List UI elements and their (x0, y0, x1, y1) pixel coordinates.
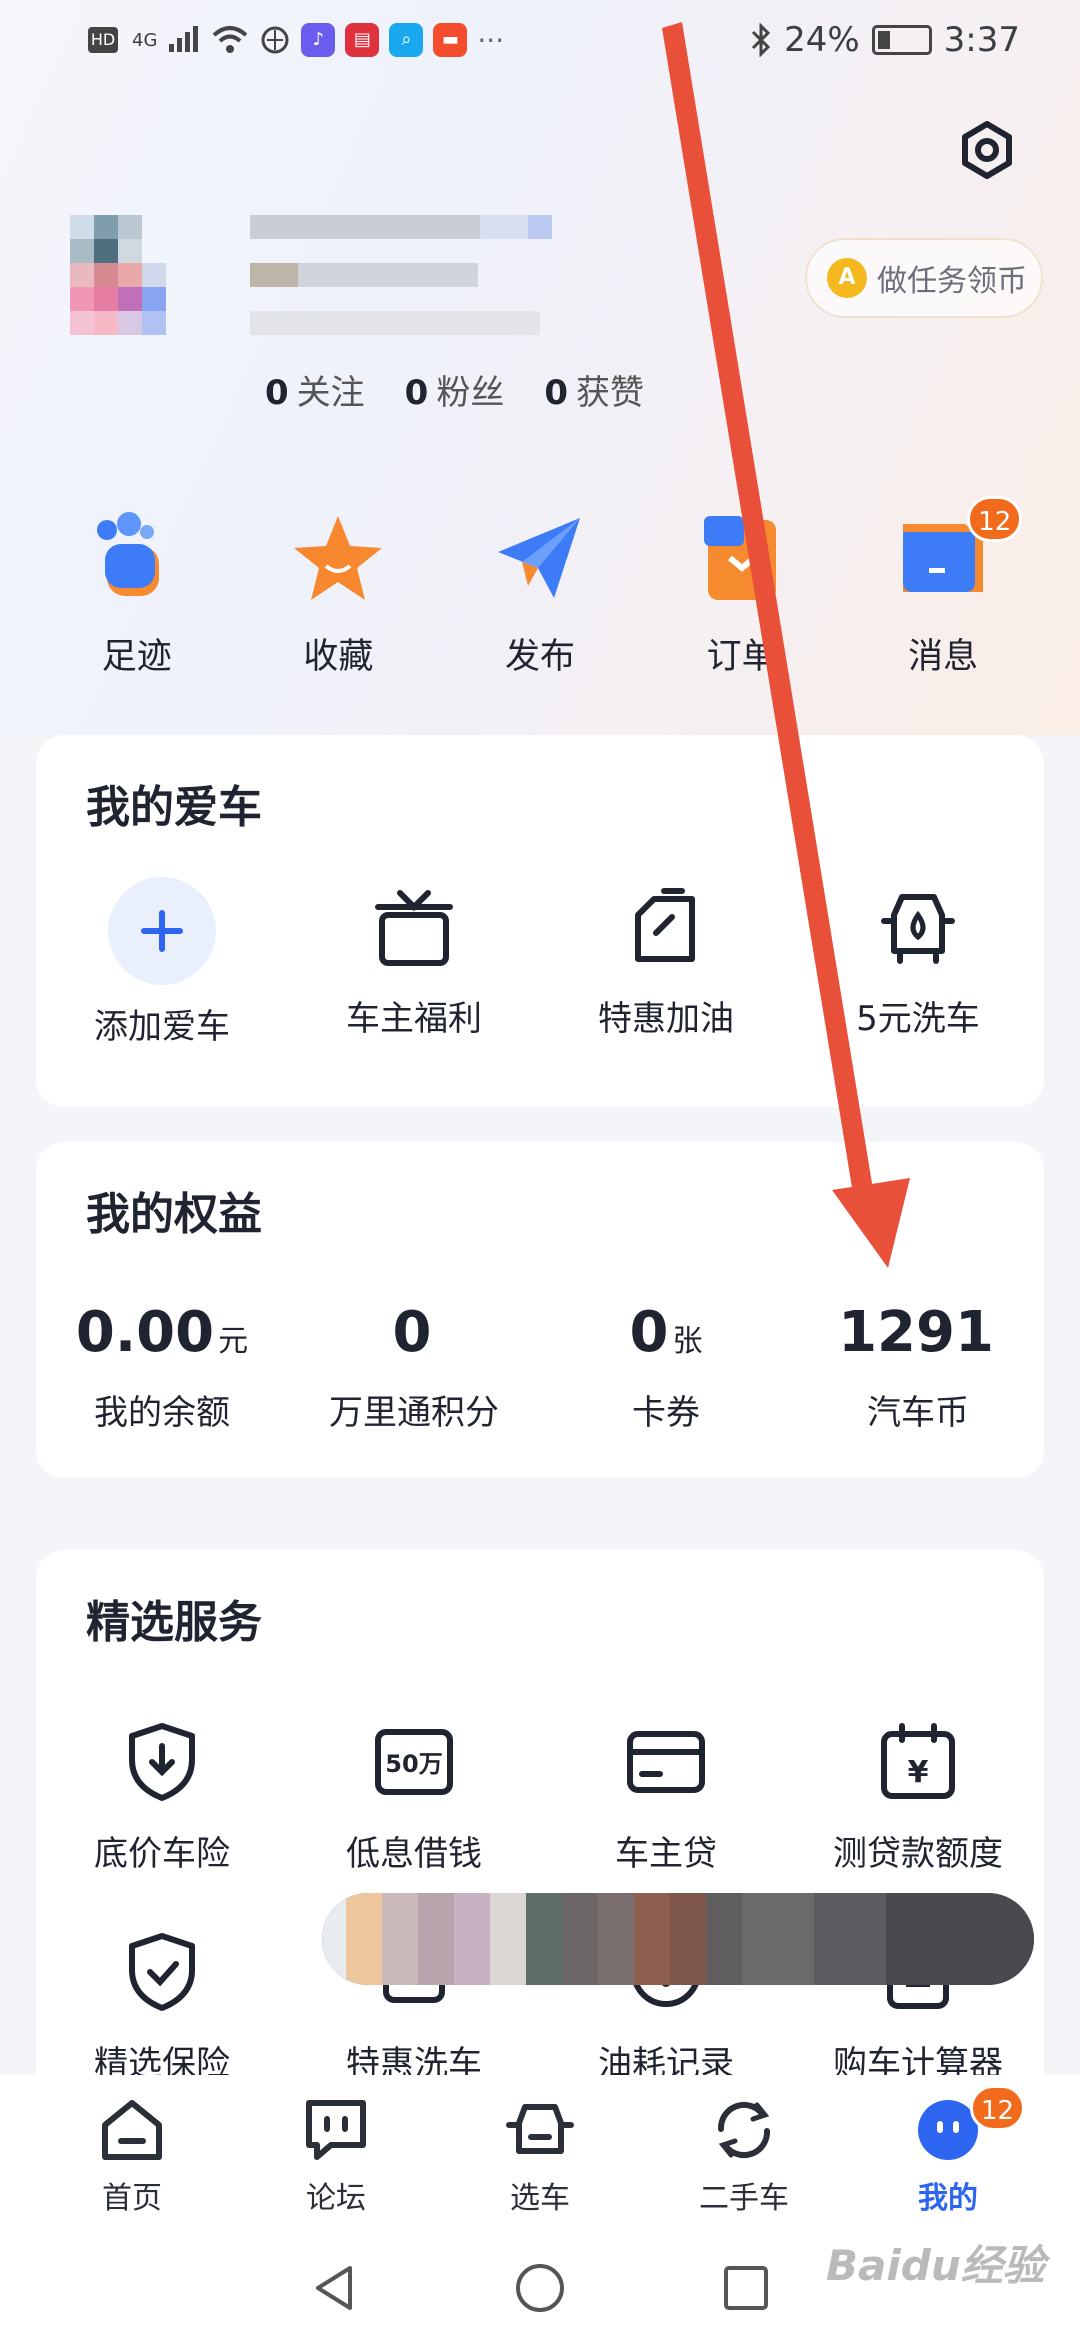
shortcut-messages[interactable]: 消息 12 (853, 496, 1033, 679)
footprint-icon (96, 512, 159, 596)
shortcut-row: 足迹 收藏 发布 订单 消息 12 (0, 496, 1080, 679)
back-icon[interactable] (306, 2260, 362, 2316)
wifi-icon (213, 26, 248, 53)
shortcut-orders[interactable]: 订单 (652, 510, 832, 679)
benefits-card: 我的权益 0.00 元 我的余额 0 万里通积分 0张 卡券 1291 汽车币 (36, 1142, 1044, 1478)
network-type: 4G (132, 29, 158, 51)
car-wash-button[interactable]: 5元洗车 (792, 885, 1044, 1048)
home-icon (102, 2100, 162, 2160)
svg-text:¥: ¥ (908, 1755, 929, 1790)
shortcut-favorites[interactable]: 收藏 (248, 510, 428, 679)
shop-app-icon: ▬ (433, 23, 468, 57)
car-wash-icon (881, 894, 955, 964)
profile-stats: 0 关注 0 粉丝 0 获赞 (265, 365, 644, 414)
services-title: 精选服务 (86, 1597, 262, 1648)
tab-mine[interactable]: 我的 12 (848, 2075, 1048, 2235)
baidu-watermark: Baidu经验 (826, 2241, 1045, 2290)
service-owner-loan[interactable]: 车主贷 (540, 1720, 792, 1875)
points-stat[interactable]: 0 万里通积分 (288, 1300, 540, 1434)
reader-app-icon: ▤ (345, 23, 380, 57)
mosaic-pattern (322, 1893, 1034, 1985)
search-app-icon: ⌕ (389, 23, 424, 57)
car-icon (506, 2104, 574, 2154)
coupons-stat[interactable]: 0张 卡券 (540, 1300, 792, 1434)
shortcut-footprint[interactable]: 足迹 (47, 510, 227, 679)
hd-icon: HD (88, 27, 118, 53)
plus-icon (108, 877, 216, 985)
signal-icon (169, 26, 199, 52)
card-icon (627, 1731, 705, 1793)
service-insurance-quote[interactable]: 底价车险 (36, 1720, 288, 1875)
fuel-icon (635, 888, 695, 962)
my-car-title: 我的爱车 (86, 782, 262, 833)
refresh-icon (717, 2101, 771, 2159)
bottom-tab-bar: 首页 论坛 选车 二手车 我的 12 (0, 2075, 1080, 2235)
floating-notification-mosaic[interactable] (322, 1893, 1034, 1985)
gift-icon (375, 890, 453, 966)
paper-plane-icon (497, 518, 580, 598)
tab-mine-badge: 12 (970, 2085, 1026, 2131)
benefits-title: 我的权益 (86, 1189, 262, 1240)
car-coins-stat[interactable]: 1291 汽车币 (792, 1300, 1044, 1434)
more-notifications-icon: ··· (477, 23, 505, 57)
tab-home[interactable]: 首页 (32, 2075, 232, 2235)
calendar-yen-icon: ¥ (881, 1723, 955, 1799)
my-car-card: 我的爱车 添加爱车 车主福利 特惠加油 5元洗车 (36, 735, 1044, 1107)
bluetooth-icon (752, 23, 771, 57)
clock: 3:37 (943, 20, 1020, 60)
recents-icon[interactable] (718, 2260, 774, 2316)
tab-choose-car[interactable]: 选车 (440, 2075, 640, 2235)
owner-benefits-button[interactable]: 车主福利 (288, 885, 540, 1048)
order-icon (703, 516, 776, 600)
vpn-icon (261, 26, 289, 54)
services-card: 精选服务 底价车险 50万 低息借钱 车主贷 ¥ 测贷款额度 精选保险 特惠洗车… (36, 1550, 1044, 2110)
music-app-icon: ♪ (301, 23, 336, 57)
service-loan-limit[interactable]: ¥ 测贷款额度 (792, 1720, 1044, 1875)
loan-50-icon: 50万 (375, 1729, 453, 1795)
svg-text:50万: 50万 (385, 1750, 442, 1778)
star-icon (294, 516, 383, 600)
fuel-discount-button[interactable]: 特惠加油 (540, 885, 792, 1048)
likes-stat[interactable]: 0 获赞 (544, 365, 644, 414)
message-badge: 12 (967, 496, 1023, 542)
shield-check-icon (129, 1933, 195, 2011)
settings-button[interactable] (955, 118, 1019, 182)
forum-icon (306, 2100, 366, 2160)
status-bar: HD 4G ♪ ▤ ⌕ ▬ ··· 24% 3:37 (0, 0, 1080, 80)
balance-stat[interactable]: 0.00 元 我的余额 (36, 1300, 288, 1434)
battery-percent: 24% (784, 20, 860, 60)
tab-used-car[interactable]: 二手车 (644, 2075, 844, 2235)
home-circle-icon[interactable] (512, 2260, 568, 2316)
task-reward-label: 做任务领币 (877, 264, 1027, 299)
coin-icon: A (827, 258, 867, 298)
add-car-button[interactable]: 添加爱车 (36, 877, 288, 1048)
follow-stat[interactable]: 0 关注 (265, 365, 365, 414)
service-loan[interactable]: 50万 低息借钱 (288, 1720, 540, 1875)
tab-forum[interactable]: 论坛 (236, 2075, 436, 2235)
battery-icon (871, 25, 932, 55)
shortcut-publish[interactable]: 发布 (450, 510, 630, 679)
service-selected-insurance[interactable]: 精选保险 (36, 1930, 288, 2085)
gear-icon (962, 121, 1012, 179)
shield-download-icon (129, 1723, 195, 1801)
fans-stat[interactable]: 0 粉丝 (405, 365, 505, 414)
task-reward-button[interactable]: A 做任务领币 (805, 238, 1043, 318)
